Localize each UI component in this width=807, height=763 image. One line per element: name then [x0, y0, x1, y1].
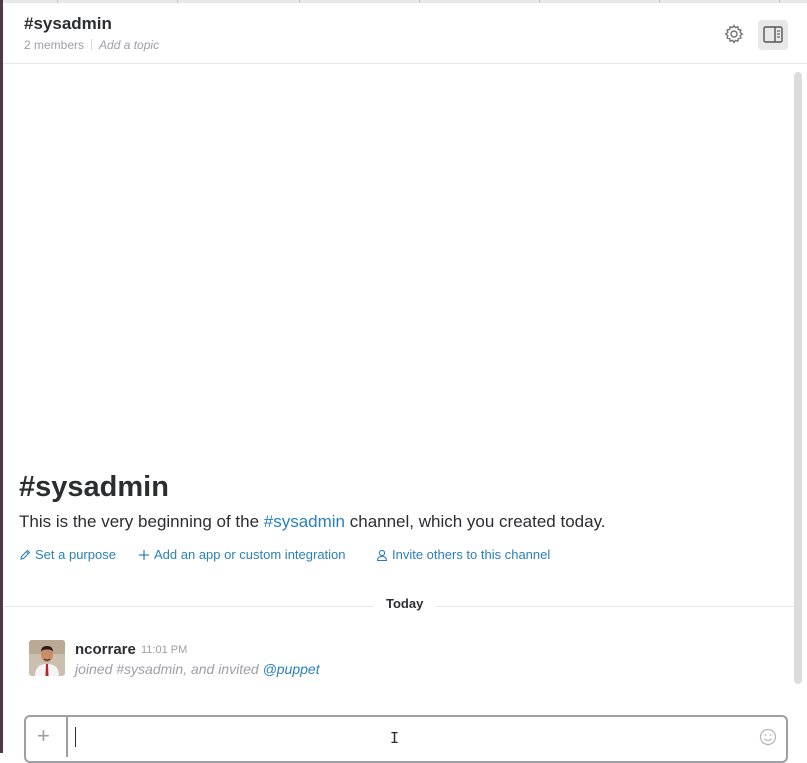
meta-divider — [91, 39, 93, 50]
avatar[interactable] — [29, 640, 65, 676]
sidebar-panel-icon — [763, 26, 783, 43]
invite-others-link[interactable]: Invite others to this channel — [376, 547, 550, 562]
person-icon — [376, 549, 388, 561]
member-count[interactable]: 2 members — [24, 38, 84, 52]
invite-others-label: Invite others to this channel — [392, 547, 551, 562]
set-purpose-label: Set a purpose — [35, 547, 116, 562]
intro-text-before: This is the very beginning of the — [19, 512, 264, 531]
channel-title[interactable]: #sysadmin — [24, 14, 112, 34]
add-integration-link[interactable]: Add an app or custom integration — [138, 547, 346, 562]
text-cursor — [75, 727, 76, 747]
intro-text-after: channel, which you created today. — [345, 512, 606, 531]
mouse-ibeam-cursor: I — [390, 729, 400, 747]
intro-description: This is the very beginning of the #sysad… — [19, 512, 606, 532]
message-body: joined #sysadmin, and invited — [75, 661, 263, 677]
set-purpose-link[interactable]: Set a purpose — [19, 547, 116, 562]
smiley-icon[interactable] — [759, 728, 777, 746]
message-scrollbar[interactable] — [794, 72, 802, 684]
message-input[interactable] — [70, 723, 754, 755]
plus-icon: + — [37, 723, 50, 748]
plus-icon — [139, 549, 149, 560]
channel-header: #sysadmin 2 members Add a topic — [3, 3, 807, 64]
attach-plus-button[interactable]: + — [26, 717, 68, 757]
message-timestamp[interactable]: 11:01 PM — [141, 644, 187, 656]
add-integration-label: Add an app or custom integration — [154, 547, 346, 562]
intro-channel-title: #sysadmin — [19, 471, 169, 503]
toggle-panel-button[interactable] — [758, 20, 788, 50]
add-topic-link[interactable]: Add a topic — [99, 38, 159, 52]
message-composer: + — [24, 715, 788, 763]
message-text: joined #sysadmin, and invited @puppet — [75, 661, 320, 677]
message-author[interactable]: ncorrare — [75, 641, 136, 658]
gear-icon[interactable] — [723, 23, 745, 45]
intro-channel-link[interactable]: #sysadmin — [264, 512, 345, 531]
channel-meta: 2 members Add a topic — [24, 38, 159, 52]
user-mention[interactable]: @puppet — [263, 661, 320, 677]
sidebar-edge — [0, 0, 3, 753]
pencil-icon — [20, 549, 31, 560]
day-divider-label: Today — [374, 596, 436, 611]
